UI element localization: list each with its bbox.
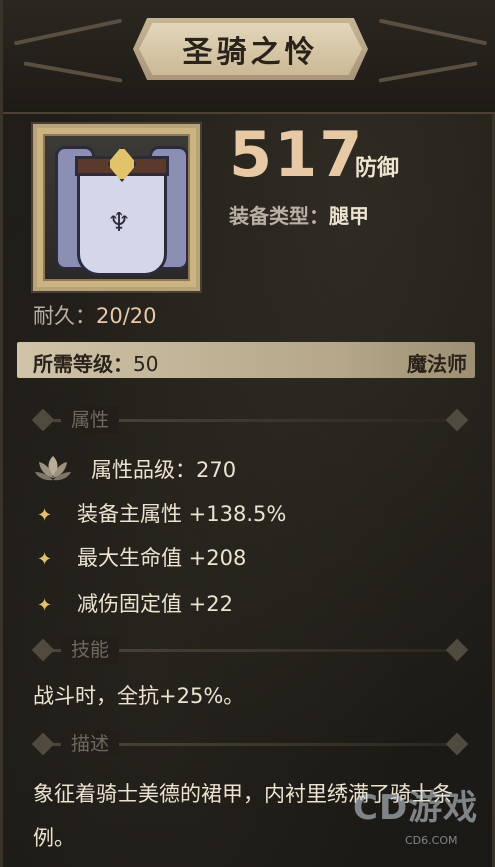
skill-text: 战斗时，全抗+25%。: [33, 684, 245, 708]
section-header-skills: 技能: [21, 636, 479, 664]
diamond-icon: [445, 638, 469, 662]
equipment-type: 装备类型：腿甲: [229, 200, 369, 229]
section-title: 属性: [61, 406, 120, 434]
sparkle-star-icon: ✦: [37, 505, 53, 526]
attribute-line: ✦ 装备主属性 +138.5%: [37, 502, 287, 526]
attribute-grade-label: 属性品级：: [91, 458, 196, 482]
header-branch-ornament: [378, 18, 488, 46]
diamond-icon: [31, 638, 55, 662]
diamond-icon: [31, 408, 55, 432]
diamond-icon: [31, 732, 55, 756]
watermark-logo: CD游戏: [353, 788, 479, 828]
leg-armor-icon: ♆: [43, 134, 190, 281]
required-class: 魔法师: [407, 352, 467, 376]
watermark-url: CD6.COM: [405, 834, 458, 847]
header-branch-ornament: [13, 18, 123, 46]
site-watermark: CD游戏 CD6.COM: [353, 780, 483, 850]
durability-label: 耐久：: [33, 304, 96, 328]
equipment-type-label: 装备类型：: [229, 204, 329, 228]
header-branch-ornament: [23, 61, 123, 83]
lotus-icon: [35, 456, 71, 481]
required-level-value: 50: [133, 352, 159, 376]
diamond-icon: [445, 408, 469, 432]
defense-value: 517: [229, 118, 365, 191]
diamond-icon: [445, 732, 469, 756]
required-level: 所需等级：50: [33, 348, 158, 377]
header-branch-ornament: [378, 61, 478, 83]
requirement-bar: 所需等级：50 魔法师: [17, 342, 475, 378]
durability: 耐久：20/20: [33, 300, 157, 330]
item-icon-frame[interactable]: ♆: [31, 122, 202, 293]
equipment-type-value: 腿甲: [329, 204, 369, 228]
section-title: 描述: [61, 730, 120, 758]
section-header-description: 描述: [21, 730, 479, 758]
item-tooltip-panel: 圣骑之怜 ♆ 517 防御 装备类型：腿甲 耐久：20/20 所需等级：50 魔…: [0, 0, 495, 867]
title-plate: 圣骑之怜: [133, 18, 368, 80]
durability-value: 20/20: [96, 304, 157, 328]
required-level-label: 所需等级：: [33, 352, 133, 376]
tooltip-header: 圣骑之怜: [3, 0, 495, 114]
sparkle-star-icon: ✦: [37, 595, 53, 616]
attribute-line: ✦ 减伤固定值 +22: [37, 592, 233, 616]
sparkle-star-icon: ✦: [37, 549, 53, 570]
section-header-attributes: 属性: [21, 406, 479, 434]
item-name: 圣骑之怜: [182, 35, 319, 70]
attribute-grade-text: 属性品级：270: [91, 454, 236, 484]
attribute-line: ✦ 最大生命值 +208: [37, 546, 247, 570]
attribute-grade-value: 270: [196, 458, 237, 482]
section-title: 技能: [61, 636, 120, 664]
defense-label: 防御: [355, 156, 400, 181]
